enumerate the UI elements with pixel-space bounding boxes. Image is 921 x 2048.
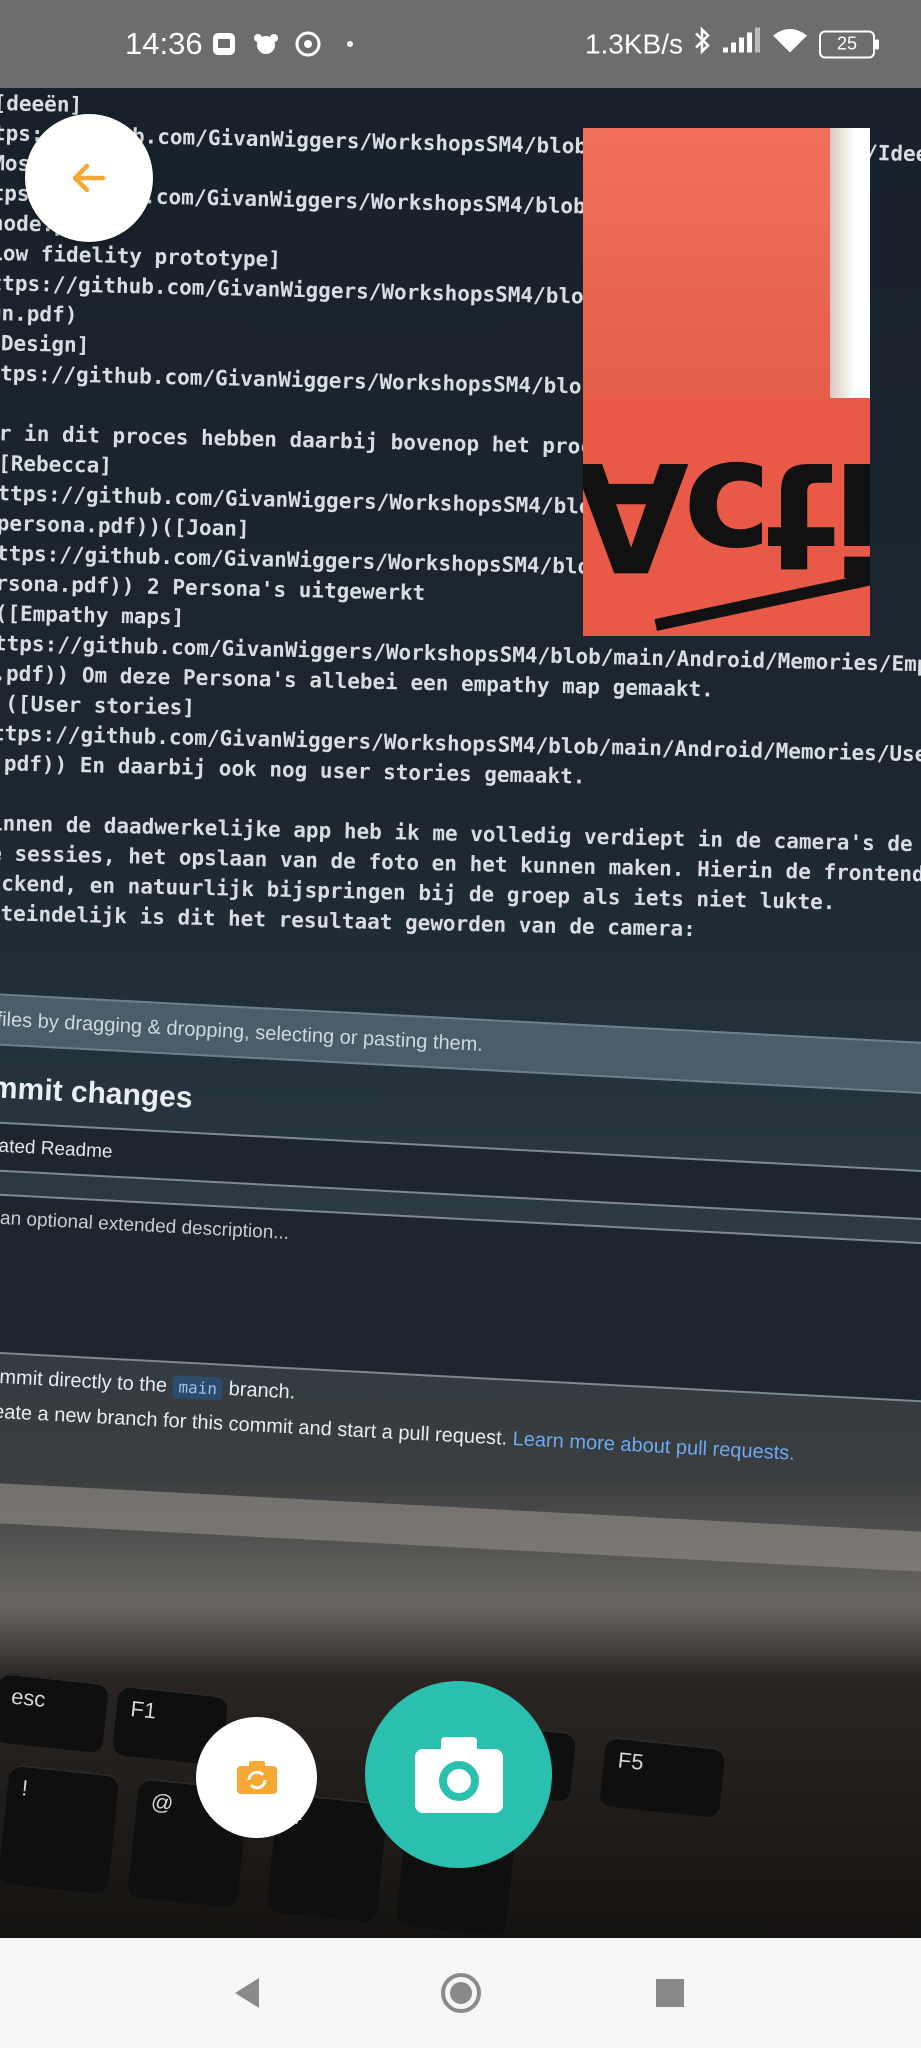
key: !	[0, 1763, 120, 1895]
key: esc	[0, 1672, 110, 1754]
status-bar: 14:36 1.3KB/s 25	[0, 0, 921, 88]
option-direct-prefix: Commit directly to the	[0, 1364, 168, 1397]
battery-icon: 25	[819, 30, 879, 58]
bluetooth-icon	[693, 26, 711, 63]
status-right: 1.3KB/s 25	[584, 26, 879, 63]
sync-icon	[294, 30, 322, 58]
back-button[interactable]	[25, 114, 153, 242]
net-speed: 1.3KB/s	[584, 28, 683, 59]
description-field: d an optional extended description...	[0, 1192, 921, 1404]
learn-more-link: Learn more about pull requests.	[512, 1427, 796, 1465]
wifi-icon	[771, 27, 809, 62]
branch-name: main	[172, 1375, 224, 1401]
nav-home-button[interactable]	[439, 1971, 483, 2015]
pet-icon	[252, 30, 280, 58]
status-left-icons	[210, 28, 364, 60]
nav-recents-button[interactable]	[655, 1978, 685, 2008]
shutter-button[interactable]	[365, 1681, 552, 1868]
nav-back-button[interactable]	[231, 1976, 263, 2010]
status-time: 14:36	[125, 26, 203, 61]
front-camera-inset[interactable]: Actie	[583, 128, 870, 636]
camera-icon	[414, 1736, 503, 1813]
navigation-bar	[0, 1938, 921, 2048]
recents-square-icon	[656, 1979, 684, 2007]
pip-light	[830, 128, 870, 418]
dot-icon	[336, 30, 364, 58]
home-circle-icon	[441, 1973, 481, 2013]
signal-icon	[721, 27, 761, 61]
option-direct-suffix: branch.	[228, 1378, 296, 1404]
key: F5	[599, 1735, 726, 1819]
arrow-left-icon	[72, 163, 106, 193]
camera-preview[interactable]: [deeën] tps://github.com/GivanWiggers/Wor…	[0, 88, 921, 1938]
battery-level: 25	[836, 33, 858, 54]
github-commit-panel: files by dragging & dropping, selecting …	[0, 993, 921, 1474]
back-triangle-icon	[235, 1978, 259, 2008]
camera-flip-icon	[236, 1760, 277, 1794]
laptop-bezel	[0, 1482, 921, 1574]
pip-text: Actie	[583, 428, 870, 602]
flip-camera-button[interactable]	[196, 1717, 317, 1838]
pip-fabric	[583, 128, 870, 398]
gallery-icon	[210, 30, 238, 58]
